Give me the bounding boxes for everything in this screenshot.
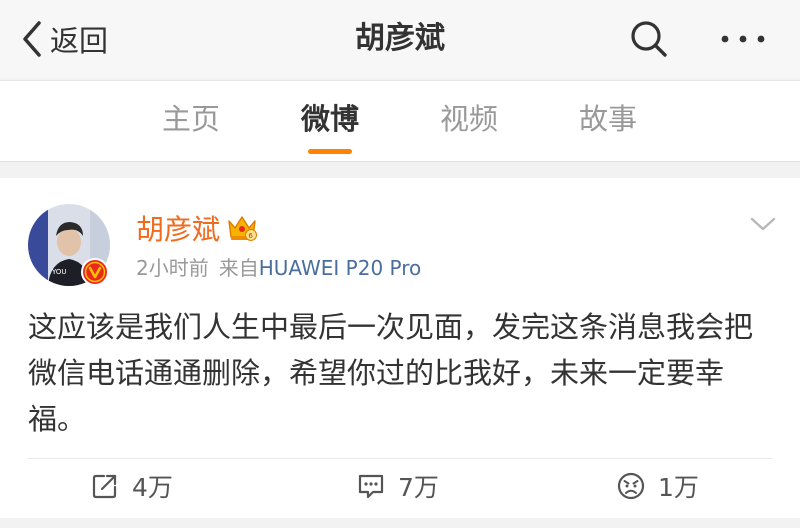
like-button[interactable]: 1万 [616, 466, 699, 506]
tab-video[interactable]: 视频 [419, 99, 519, 139]
post-device[interactable]: HUAWEI P20 Pro [259, 256, 422, 280]
post-meta: 2小时前 来自HUAWEI P20 Pro [136, 254, 421, 282]
svg-text:YOU: YOU [51, 268, 67, 276]
verified-badge-icon [81, 258, 109, 286]
active-tab-indicator [308, 149, 352, 154]
repost-count: 4万 [132, 473, 173, 502]
comment-button[interactable]: 7万 [356, 466, 439, 506]
top-navigation-bar: 返回 胡彦斌 [0, 0, 800, 78]
more-dots-icon[interactable] [716, 18, 770, 60]
post-source-prefix: 来自 [218, 256, 259, 280]
search-icon[interactable] [628, 18, 670, 60]
repost-icon [92, 474, 117, 499]
tab-stories[interactable]: 故事 [558, 99, 658, 139]
bottom-separator [0, 518, 800, 528]
profile-tab-bar: 主页 微博 视频 故事 [0, 80, 800, 162]
post-text: 这应该是我们人生中最后一次见面，发完这条消息我会把微信电话通通删除，希望你过的比… [28, 310, 754, 436]
vip-crown-icon[interactable]: 6 [226, 213, 258, 243]
author-name[interactable]: 胡彦斌 [136, 211, 220, 249]
comment-icon [358, 474, 384, 499]
page-title: 胡彦斌 [355, 21, 445, 56]
svg-text:6: 6 [248, 232, 253, 240]
comment-count: 7万 [398, 473, 439, 502]
divider [28, 458, 772, 459]
like-count: 1万 [658, 473, 699, 502]
tab-home[interactable]: 主页 [141, 99, 241, 139]
sad-face-like-icon [617, 472, 645, 500]
weibo-post-card: YOU 胡彦斌 6 2小时前 来自HUAWEI P20 Pro 这应该是我们人生中… [0, 178, 800, 518]
post-time: 2小时前 [136, 256, 209, 280]
chevron-down-icon[interactable] [748, 214, 778, 234]
repost-button[interactable]: 4万 [90, 466, 173, 506]
tab-weibo[interactable]: 微博 [280, 99, 380, 139]
